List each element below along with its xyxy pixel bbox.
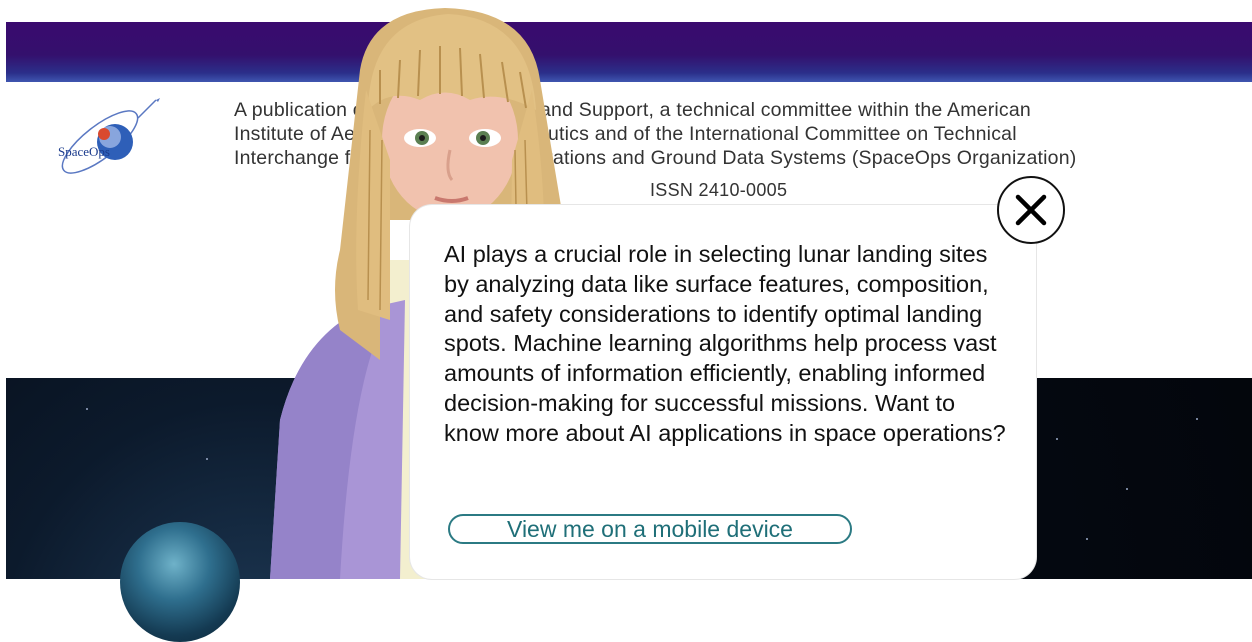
view-on-mobile-button[interactable]: View me on a mobile device — [448, 514, 852, 544]
star — [1126, 488, 1128, 490]
issn-label: ISSN 2410-0005 — [650, 180, 788, 200]
spaceops-logo-graphic — [61, 98, 160, 174]
star — [1196, 418, 1198, 420]
logo-label: SpaceOps — [58, 144, 110, 159]
close-icon — [1015, 194, 1047, 226]
star — [1086, 538, 1088, 540]
planet-image — [120, 522, 240, 642]
star — [86, 408, 88, 410]
star — [206, 458, 208, 460]
close-button[interactable] — [997, 176, 1065, 244]
star — [1056, 438, 1058, 440]
chat-message: AI plays a crucial role in selecting lun… — [444, 241, 1006, 446]
spaceops-logo: SpaceOps — [20, 90, 170, 190]
